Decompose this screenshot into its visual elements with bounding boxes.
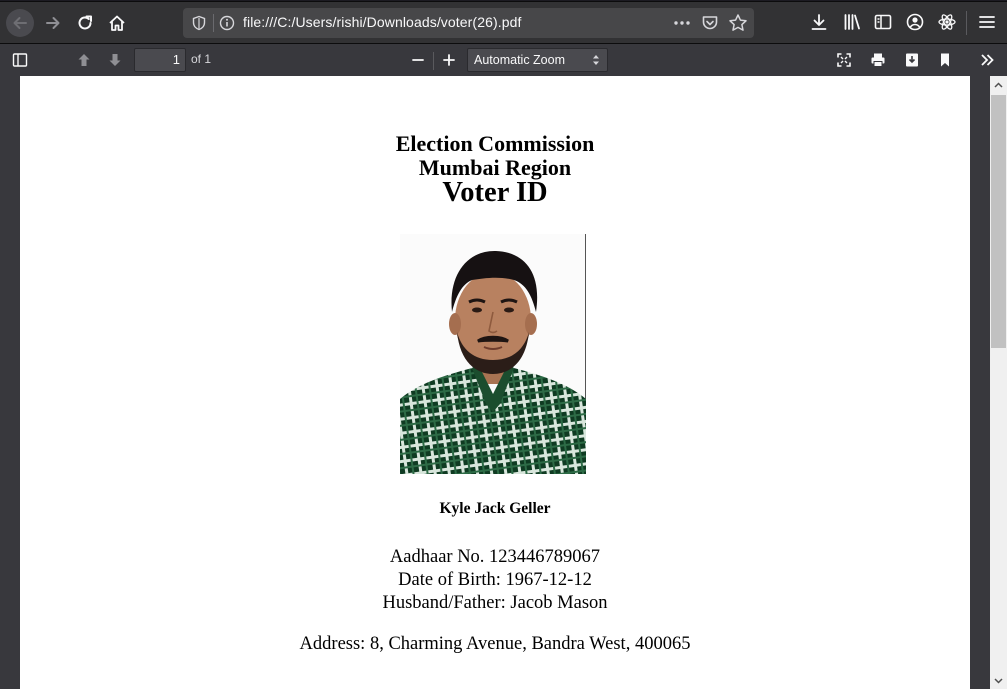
scroll-down-button[interactable] — [990, 672, 1007, 689]
scroll-up-arrow-icon — [994, 81, 1003, 88]
husband-father-name: Husband/Father: Jacob Mason — [382, 593, 608, 613]
hamburger-menu-icon[interactable] — [977, 12, 997, 32]
arrow-up-icon — [78, 54, 90, 66]
sidebar-icon[interactable] — [873, 12, 893, 32]
forward-button[interactable] — [39, 9, 67, 37]
address: Address: 8, Charming Avenue, Bandra West… — [299, 634, 691, 654]
home-icon — [109, 15, 125, 31]
aadhaar-number: Aadhaar No. 123446789067 — [389, 547, 601, 567]
account-icon[interactable] — [905, 12, 925, 32]
plus-icon — [443, 54, 455, 66]
forward-arrow-icon — [46, 17, 60, 29]
print-button[interactable] — [867, 50, 889, 70]
heading-voter-id: Voter ID — [442, 177, 548, 208]
save-icon — [906, 53, 918, 67]
voter-photo — [400, 234, 586, 474]
current-view-button[interactable] — [934, 50, 956, 70]
scroll-down-arrow-icon — [994, 677, 1003, 684]
zoom-divider — [433, 52, 434, 70]
bookmark-icon — [941, 53, 949, 67]
browser-toolbar: file:///C:/Users/rishi/Downloads/voter(2… — [0, 0, 1007, 43]
sidebar-toggle-icon — [12, 53, 28, 67]
presentation-mode-button[interactable] — [833, 50, 855, 70]
reload-icon — [78, 15, 92, 30]
star-icon[interactable] — [728, 13, 748, 33]
url-bar[interactable]: file:///C:/Users/rishi/Downloads/voter(2… — [183, 8, 754, 38]
date-of-birth: Date of Birth: 1967-12-12 — [398, 570, 592, 590]
react-extension-icon[interactable] — [937, 12, 957, 32]
zoom-select-value: Automatic Zoom — [474, 53, 566, 67]
zoom-out-button[interactable] — [407, 50, 429, 70]
tab-strip-edge — [0, 1, 1007, 2]
home-button[interactable] — [103, 9, 131, 37]
back-arrow-icon — [13, 17, 27, 29]
pdf-toolbar: 1 of 1 Automatic Zoom — [0, 43, 1007, 76]
page-count-label: of 1 — [191, 52, 212, 66]
toggle-sidebar-button[interactable] — [9, 50, 31, 70]
info-icon[interactable] — [219, 15, 235, 31]
previous-page-button[interactable] — [73, 50, 95, 70]
toolbar-divider — [966, 11, 967, 35]
zoom-select[interactable]: Automatic Zoom — [467, 48, 608, 72]
pdf-viewer[interactable]: Election Commission Mumbai Region Voter … — [0, 76, 990, 689]
url-text[interactable]: file:///C:/Users/rishi/Downloads/voter(2… — [243, 14, 521, 30]
more-dots-icon[interactable] — [672, 14, 692, 32]
back-button[interactable] — [6, 9, 34, 37]
minus-icon — [412, 59, 424, 61]
download-icon[interactable] — [809, 12, 829, 32]
pdf-page: Election Commission Mumbai Region Voter … — [20, 76, 970, 689]
select-arrows-icon — [593, 55, 599, 65]
page-number-input[interactable]: 1 — [134, 48, 186, 72]
double-chevron-right-icon — [981, 54, 994, 66]
fullscreen-icon — [837, 53, 851, 67]
scrollbar-thumb[interactable] — [991, 95, 1006, 348]
heading-election-commission: Election Commission — [395, 131, 595, 156]
vertical-scrollbar[interactable] — [990, 76, 1007, 689]
voter-name: Kyle Jack Geller — [439, 500, 551, 517]
tracking-shield-icon[interactable] — [191, 15, 207, 31]
tools-button[interactable] — [976, 50, 998, 70]
pocket-icon[interactable] — [701, 14, 719, 32]
library-icon[interactable] — [842, 12, 862, 32]
arrow-down-icon — [109, 54, 121, 66]
reload-button[interactable] — [71, 9, 99, 37]
download-pdf-button[interactable] — [901, 50, 923, 70]
url-divider — [213, 14, 214, 32]
scroll-up-button[interactable] — [990, 76, 1007, 93]
next-page-button[interactable] — [104, 50, 126, 70]
print-icon — [871, 53, 885, 67]
zoom-in-button[interactable] — [438, 50, 460, 70]
